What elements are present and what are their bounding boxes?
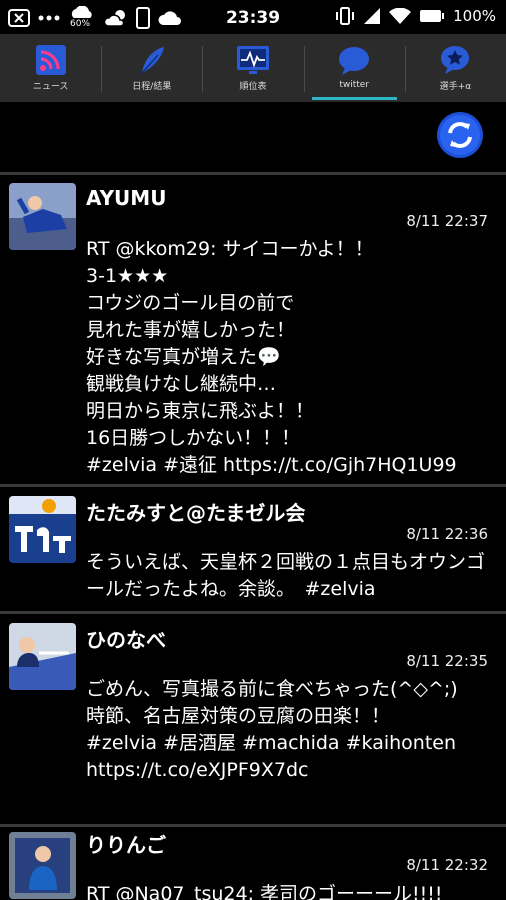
tweet-item[interactable]: AYUMU 8/11 22:37 RT @kkom29: サイコーかよ！！ 3-…	[0, 175, 506, 483]
monitor-chart-icon	[237, 45, 269, 74]
tweet-author: りりんご	[86, 833, 166, 857]
rss-icon	[35, 44, 66, 75]
tab-players-label: 選手+α	[439, 81, 472, 92]
wifi-icon	[389, 8, 412, 24]
battery-percent: 100%	[453, 7, 496, 25]
avatar[interactable]	[9, 183, 76, 250]
status-bar: 60% 23:39 100%	[0, 0, 506, 34]
tab-schedule-label: 日程/結果	[132, 81, 172, 92]
vibrate-icon	[336, 7, 355, 25]
tweet-time: 8/11 22:35	[406, 652, 488, 670]
tab-news[interactable]: ニュース	[0, 34, 101, 102]
tab-standings-label: 順位表	[239, 81, 267, 92]
feather-icon	[141, 46, 164, 73]
status-right-icons: 100%	[335, 6, 496, 26]
tab-standings[interactable]: 順位表	[202, 34, 303, 102]
tweet-text: ごめん、写真撮る前に食べちゃった(^◇^;) 時節、名古屋対策の豆腐の田楽！！ …	[86, 678, 458, 781]
tweet-author: ひのなべ	[86, 628, 166, 652]
tweet-text: RT @Na07_tsu24: 孝司のゴーーール!!!!	[86, 883, 443, 900]
tweet-author: たたみすと@たまゼル会	[86, 501, 306, 525]
avatar[interactable]	[9, 496, 76, 563]
battery-icon	[420, 10, 445, 22]
avatar[interactable]	[9, 623, 76, 690]
tweet-time: 8/11 22:36	[406, 525, 488, 543]
avatar[interactable]	[9, 832, 76, 899]
star-bubble-icon	[441, 45, 470, 74]
refresh-icon	[437, 112, 483, 158]
tweet-item[interactable]: ひのなべ 8/11 22:35 ごめん、写真撮る前に食べちゃった(^◇^;) 時…	[0, 614, 506, 823]
tweet-time: 8/11 22:32	[406, 856, 488, 874]
tab-twitter-label: twitter	[339, 80, 370, 90]
tab-bar: ニュース 日程/結果 順位表 twitter 選手+α	[0, 34, 506, 102]
tab-news-label: ニュース	[32, 81, 69, 92]
tweet-text: RT @kkom29: サイコーかよ！！ 3-1★★★ コウジのゴール目の前で …	[86, 238, 457, 476]
tweet-time: 8/11 22:37	[406, 212, 488, 230]
tab-twitter[interactable]: twitter	[303, 34, 405, 102]
refresh-button[interactable]	[436, 111, 484, 159]
tweet-author: AYUMU	[86, 186, 167, 210]
tab-schedule[interactable]: 日程/結果	[101, 34, 202, 102]
active-tab-indicator	[311, 97, 397, 100]
tweet-text: そういえば、天皇杯２回戦の１点目もオウンゴールだったよね。余談。 #zelvia	[86, 551, 486, 600]
signal-icon	[364, 8, 381, 24]
tweet-item[interactable]: りりんご 8/11 22:32 RT @Na07_tsu24: 孝司のゴーーール…	[0, 827, 506, 900]
speech-bubble-icon	[339, 47, 370, 75]
tweet-item[interactable]: たたみすと@たまゼル会 8/11 22:36 そういえば、天皇杯２回戦の１点目も…	[0, 487, 506, 610]
tab-players[interactable]: 選手+α	[404, 34, 506, 102]
